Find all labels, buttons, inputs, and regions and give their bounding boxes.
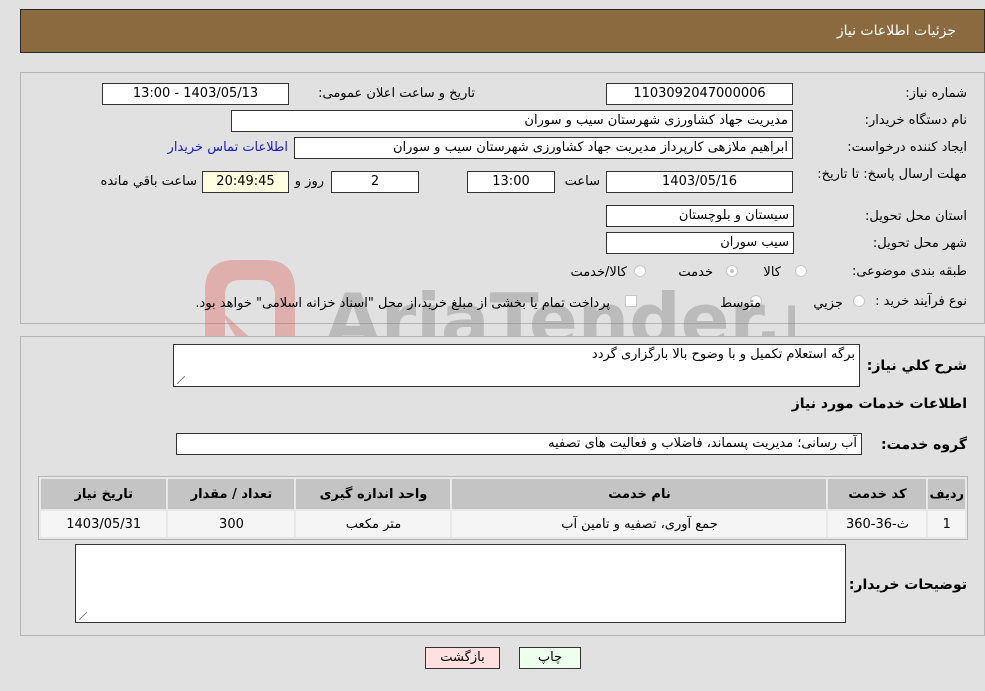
col-header-unit: واحد اندازه گیری — [294, 477, 453, 511]
announce-datetime-label: تاریخ و ساعت اعلان عمومی: — [318, 86, 475, 101]
announce-datetime-field[interactable]: 1403/05/13 - 13:00 — [102, 83, 289, 105]
province-field[interactable]: سیستان و بلوچستان — [606, 205, 794, 227]
category-label: طبقه بندی موضوعی: — [851, 264, 967, 279]
deadline-date-field[interactable]: 1403/05/16 — [606, 171, 793, 193]
service-group-field[interactable]: آب رسانی؛ مدیریت پسماند، فاضلاب و فعالیت… — [176, 433, 862, 455]
cell-quantity: 300 — [166, 509, 297, 539]
deadline-time-field[interactable]: 13:00 — [467, 171, 555, 193]
table-header-row: ردیف کد خدمت نام خدمت واحد اندازه گیری ت… — [38, 477, 967, 511]
buyer-notes-textarea[interactable] — [75, 544, 846, 623]
cell-service-name: جمع آوری، تصفیه و تامین آب — [450, 509, 829, 539]
days-label: روز و — [294, 174, 324, 189]
service-group-label: گروه خدمت: — [881, 437, 967, 453]
description-textarea[interactable]: برگه استعلام تکمیل و با وضوح بالا بارگزا… — [173, 344, 860, 387]
requester-field[interactable]: ابراهیم ملازهی کارپرداز مدیریت جهاد کشاو… — [294, 137, 793, 159]
purchase-option-medium: متوسط — [720, 296, 761, 311]
province-label: استان محل تحویل: — [865, 209, 967, 224]
buyer-org-label: نام دستگاه خریدار: — [864, 113, 967, 128]
buyer-notes-label: توضیحات خریدار: — [848, 577, 967, 593]
deadline-time-label: ساعت — [564, 174, 600, 189]
treasury-checkbox[interactable] — [625, 295, 637, 307]
col-header-service-name: نام خدمت — [450, 477, 829, 511]
table-row: 1 ث-36-360 جمع آوری، تصفیه و تامین آب مت… — [38, 509, 967, 539]
services-section-title: اطلاعات خدمات مورد نیاز — [791, 396, 967, 412]
cell-service-code: ث-36-360 — [826, 509, 929, 539]
print-button[interactable]: چاپ — [519, 647, 581, 669]
city-field[interactable]: سیب سوران — [606, 232, 794, 254]
cell-row-num: 1 — [926, 509, 967, 539]
cell-unit: متر مکعب — [294, 509, 453, 539]
category-option-goods: کالا — [763, 265, 781, 280]
treasury-note: پرداخت تمام یا بخشی از مبلغ خرید،از محل … — [195, 296, 610, 311]
category-radio-goods[interactable] — [795, 265, 807, 277]
description-label: شرح کلي نیاز: — [866, 358, 967, 374]
resize-grip-icon[interactable] — [79, 612, 87, 620]
category-option-goods-service: کالا/خدمت — [570, 265, 627, 280]
days-remaining-field[interactable]: 2 — [331, 171, 419, 193]
need-number-label: شماره نیاز: — [905, 86, 967, 101]
buyer-org-field[interactable]: مدیریت جهاد کشاورزی شهرستان سیب و سوران — [231, 110, 793, 132]
cell-need-date: 1403/05/31 — [38, 509, 169, 539]
category-radio-goods-service[interactable] — [634, 265, 646, 277]
page-title: جزئیات اطلاعات نیاز — [836, 23, 956, 39]
buyer-contact-link[interactable]: اطلاعات تماس خریدار — [168, 140, 288, 155]
time-remaining-field: 20:49:45 — [202, 171, 289, 193]
purchase-radio-minor[interactable] — [853, 295, 865, 307]
col-header-row-num: ردیف — [926, 477, 967, 511]
purchase-type-label: نوع فرآیند خرید : — [875, 294, 967, 309]
city-label: شهر محل تحویل: — [872, 236, 967, 251]
category-option-service: خدمت — [678, 265, 713, 280]
services-table: ردیف کد خدمت نام خدمت واحد اندازه گیری ت… — [38, 477, 967, 539]
back-button[interactable]: بازگشت — [425, 647, 500, 669]
need-number-field[interactable]: 1103092047000006 — [606, 83, 793, 105]
col-header-service-code: کد خدمت — [826, 477, 929, 511]
col-header-quantity: تعداد / مقدار — [166, 477, 297, 511]
time-remaining-label: ساعت باقي مانده — [100, 174, 197, 189]
purchase-option-minor: جزیي — [813, 296, 843, 311]
resize-grip-icon[interactable] — [177, 376, 185, 384]
category-radio-service[interactable] — [726, 265, 738, 277]
page-header: جزئیات اطلاعات نیاز — [20, 9, 985, 53]
col-header-need-date: تاریخ نیاز — [38, 477, 169, 511]
description-text: برگه استعلام تکمیل و با وضوح بالا بارگزا… — [591, 347, 855, 362]
deadline-label: مهلت ارسال پاسخ: تا تاریخ: — [817, 167, 967, 182]
services-table-wrapper: ردیف کد خدمت نام خدمت واحد اندازه گیری ت… — [38, 476, 968, 540]
requester-label: ایجاد کننده درخواست: — [847, 140, 967, 155]
